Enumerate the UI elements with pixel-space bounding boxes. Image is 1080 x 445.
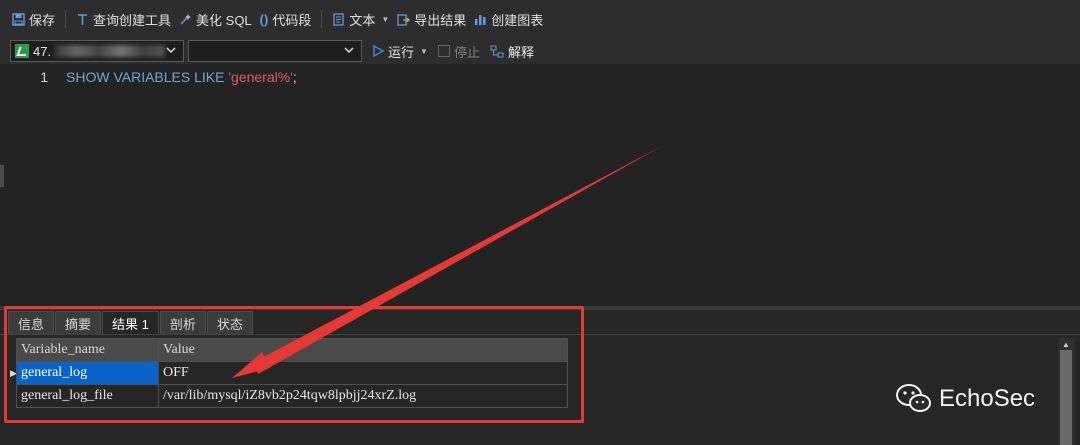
export-results-label: 导出结果	[414, 12, 467, 28]
tab-profile[interactable]: 剖析	[159, 311, 206, 334]
grid-cell[interactable]: general_log_file	[16, 384, 159, 408]
save-button[interactable]: 保存	[8, 10, 59, 29]
scrollbar-thumb[interactable]	[1060, 350, 1072, 445]
results-panel: 信息 摘要 结果 1 剖析 状态 ▶ Variable_name Value g…	[0, 310, 1080, 445]
tab-info[interactable]: 信息	[8, 311, 55, 334]
connection-toolbar: 47. 运行 ▼ 停止 解释	[0, 38, 1080, 64]
column-header[interactable]: Variable_name	[16, 338, 159, 362]
export-icon	[397, 13, 411, 26]
grid-cell[interactable]: /var/lib/mysql/iZ8vb2p24tqw8lpbjj24xrZ.l…	[158, 384, 568, 408]
mysql-connection-icon	[15, 44, 29, 58]
watermark: EchoSec	[895, 383, 1035, 415]
database-select[interactable]	[188, 40, 362, 62]
magic-wand-icon	[180, 13, 192, 25]
stop-icon	[437, 45, 450, 57]
export-results-button[interactable]: 导出结果	[393, 10, 470, 29]
connection-label: 47.	[33, 43, 52, 59]
beautify-sql-button[interactable]: 美化 SQL	[175, 10, 256, 29]
code-line[interactable]: SHOW VARIABLES LIKE 'general%';	[66, 69, 297, 85]
code-snippet-label: 代码段	[272, 12, 312, 28]
main-toolbar: 保存 查询创建工具 美化 SQL () 代码段 文本 ▼ 导出结果 创建图表	[0, 0, 1080, 38]
column-header[interactable]: Value	[158, 338, 568, 362]
result-grid[interactable]: Variable_name Value general_log OFF gene…	[16, 338, 568, 408]
explain-label: 解释	[507, 44, 534, 60]
table-row[interactable]: general_log OFF	[16, 361, 568, 385]
line-gutter: 1	[0, 64, 52, 306]
query-builder-icon	[78, 13, 88, 25]
query-builder-label: 查询创建工具	[93, 12, 172, 28]
tab-status[interactable]: 状态	[206, 311, 253, 334]
stop-button[interactable]: 停止	[437, 42, 480, 61]
line-number: 1	[40, 69, 48, 85]
run-button[interactable]: 运行 ▼	[372, 42, 428, 61]
sql-string: 'general%'	[228, 69, 293, 85]
document-icon	[333, 12, 344, 26]
create-chart-button[interactable]: 创建图表	[470, 10, 547, 29]
explain-button[interactable]: 解释	[490, 42, 534, 61]
code-snippet-button[interactable]: () 代码段	[256, 10, 316, 29]
grid-cell[interactable]: OFF	[158, 361, 568, 385]
wechat-icon	[896, 384, 931, 412]
text-mode-dropdown[interactable]: 文本 ▼	[328, 10, 393, 29]
sql-keyword: SHOW VARIABLES LIKE	[66, 69, 225, 85]
grid-header-row: Variable_name Value	[16, 338, 568, 362]
chevron-down-icon	[166, 47, 176, 54]
result-tabs: 信息 摘要 结果 1 剖析 状态	[8, 310, 254, 334]
explain-icon	[490, 45, 504, 57]
stop-label: 停止	[453, 44, 480, 60]
code-braces-icon: ()	[259, 11, 269, 27]
query-builder-button[interactable]: 查询创建工具	[72, 10, 175, 29]
left-edge-handle[interactable]	[0, 165, 4, 187]
text-mode-label: 文本	[349, 12, 376, 28]
run-label: 运行	[388, 44, 415, 60]
dropdown-caret-icon: ▼	[381, 14, 390, 24]
vertical-scrollbar[interactable]: ▲	[1058, 338, 1074, 445]
watermark-text: EchoSec	[939, 385, 1036, 412]
save-label: 保存	[29, 12, 56, 28]
chevron-down-icon	[344, 47, 354, 54]
scroll-up-icon[interactable]: ▲	[1062, 340, 1070, 349]
sql-editor[interactable]: 1 SHOW VARIABLES LIKE 'general%';	[0, 64, 1080, 306]
dropdown-caret-icon: ▼	[420, 46, 428, 56]
bar-chart-icon	[475, 14, 486, 25]
create-chart-label: 创建图表	[491, 12, 544, 28]
connection-select[interactable]: 47.	[10, 40, 184, 62]
toolbar-divider	[65, 10, 67, 28]
tab-divider	[0, 334, 1080, 335]
grid-cell[interactable]: general_log	[16, 361, 159, 385]
table-row[interactable]: general_log_file /var/lib/mysql/iZ8vb2p2…	[16, 384, 568, 408]
save-icon	[12, 12, 25, 26]
play-icon	[373, 45, 384, 57]
beautify-sql-label: 美化 SQL	[196, 12, 252, 28]
tab-result-1[interactable]: 结果 1	[102, 311, 159, 334]
sql-terminator: ;	[292, 69, 297, 85]
redacted-host	[55, 45, 166, 57]
toolbar-divider	[321, 10, 323, 28]
tab-summary[interactable]: 摘要	[55, 311, 102, 334]
